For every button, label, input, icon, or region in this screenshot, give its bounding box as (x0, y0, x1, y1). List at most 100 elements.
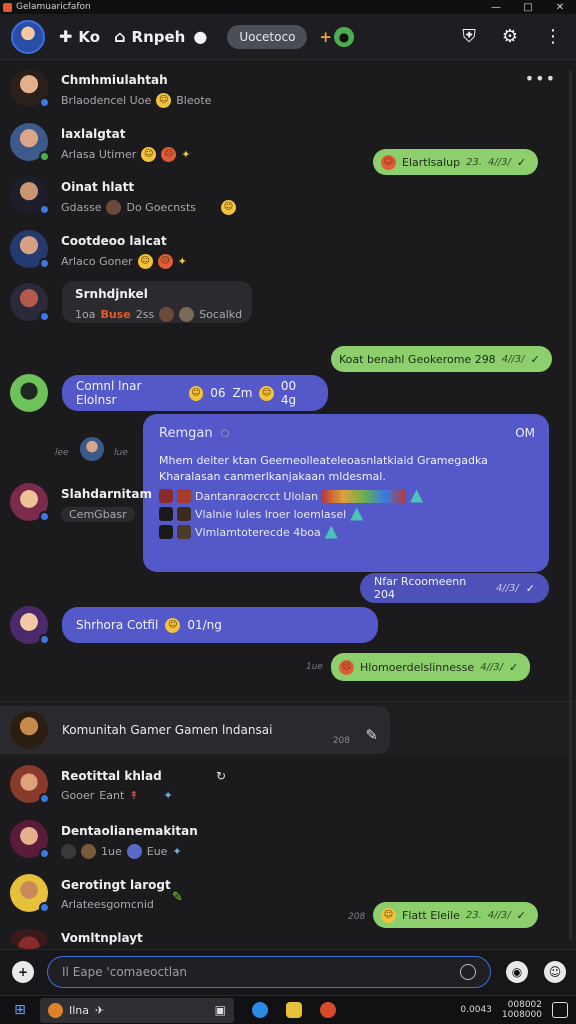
gem-icon: ✦ (172, 845, 182, 858)
contact-item[interactable]: Cootdeoo lalcat Arlaco Goner ☺ ☹ ✦ (10, 230, 187, 269)
camera-button[interactable]: ◉ (506, 961, 528, 983)
contact-status: Arlateesgomcnid (61, 898, 154, 911)
message-text: Flatt Eleile (402, 908, 460, 922)
taskbar-search-text: Ilna (69, 1003, 90, 1017)
contact-name: Reotittal khlad (61, 769, 162, 783)
card-row-text: Vlmlamtoterecde 4boa (195, 525, 321, 539)
emoji-picker-icon[interactable] (460, 964, 476, 980)
game-icon (159, 525, 173, 539)
group-chat-row: Komunitah Gamer Gamen lndansai 208 ✎ (0, 701, 576, 757)
attach-button[interactable]: + (12, 961, 34, 983)
edit-icon[interactable]: ✎ (365, 726, 378, 744)
read-check-icon: ✓ (516, 155, 527, 169)
message-suffix: 00 4g (280, 379, 297, 407)
notification-icon[interactable] (552, 1002, 568, 1018)
contact-status: Brlaodencel Uoe (61, 94, 152, 107)
contact-item[interactable]: Vomltnplayt (10, 929, 143, 949)
app-icon (3, 2, 12, 12)
chat-panel: ••• Chmhmiulahtah Brlaodencel Uoe ☺ Bleote… (0, 61, 576, 701)
read-check-icon: ✓ (530, 352, 540, 366)
message-bubble-sent[interactable]: ☹ Hlomoerdelslinnesse 4//3/ ✓ (331, 653, 531, 681)
group-chat-item[interactable]: Komunitah Gamer Gamen lndansai 208 ✎ (0, 706, 390, 754)
mini-avatar-icon (126, 844, 142, 859)
maximize-button[interactable]: □ (512, 2, 544, 13)
gem-icon (350, 507, 364, 521)
read-check-icon: ✓ (509, 660, 519, 674)
timestamp: 208 (348, 912, 366, 922)
contact-status-extra: Eant (99, 789, 125, 802)
message-input[interactable]: Il Eape 'comaeoctlan (47, 956, 491, 988)
contact-name: Dentaolianemakitan (61, 824, 198, 838)
voice-button[interactable]: ☺ (544, 961, 566, 983)
nav-item-rnpeh[interactable]: ⌂ Rnpeh ● (114, 27, 213, 46)
message-bubble-sent[interactable]: ☺ Elartlsalup 23. 4//3/ ✓ (373, 149, 539, 175)
contact-item[interactable]: laxlalgtat Arlasa Utimer ☺ ☹ ✦ (10, 123, 190, 162)
profile-card[interactable]: Remgan ○ OM Mhem deiter ktan Geemeolleate… (143, 414, 549, 572)
folder-icon[interactable] (286, 1002, 302, 1018)
browser-icon (48, 1002, 63, 1018)
contact-item[interactable]: Gerotingt larogt Arlateesgomcnid ✎ (10, 874, 183, 913)
taskbar-search[interactable]: Ilna ✈ ▣ (40, 997, 234, 1023)
verified-icon (39, 204, 50, 215)
card-body: Mhem deiter ktan Geemeolleateleoasnlatki… (159, 454, 488, 483)
read-check-icon: ✓ (516, 908, 526, 922)
contact-item[interactable]: Chmhmiulahtah Brlaodencel Uoe ☺ Bleote (10, 69, 211, 108)
verified-icon (39, 258, 50, 269)
scrollbar[interactable] (569, 70, 572, 940)
os-taskbar: ⊞ Ilna ✈ ▣ 0.0043 008002 1008000 (0, 995, 576, 1024)
contact-name: laxlalgtat (61, 127, 126, 141)
more-horizontal-icon[interactable]: ••• (525, 69, 556, 88)
windows-start-icon[interactable]: ⊞ (0, 1002, 40, 1018)
message-bubble-sent[interactable]: ☺ Flatt Eleile 23. 4//3/ ✓ (373, 902, 538, 928)
message-bubble-received[interactable]: Shrhora Cotfil ☺ 01/ng (62, 607, 378, 643)
avatar (10, 929, 48, 949)
contact-list: Reotittal khlad Gooer Eant ↟ ✦ ↻ Dentaolian… (0, 757, 576, 949)
contact-item[interactable]: Srnhdjnkel 1oa Buse 2ss Socalkd (10, 283, 242, 322)
status-pill[interactable]: Uocetoco (227, 24, 308, 49)
shield-icon[interactable]: ⛨ (462, 26, 476, 47)
verified-icon (39, 793, 50, 804)
message-text: Shrhora Cotfil (76, 618, 159, 632)
contact-name: Srnhdjnkel (75, 287, 148, 301)
verified-icon (39, 311, 50, 322)
smile-emoji-icon: ☺ (141, 147, 157, 162)
smile-emoji-icon: ☺ (259, 385, 274, 401)
avatar (80, 437, 104, 461)
contact-name: Chmhmiulahtah (61, 73, 168, 87)
minimize-button[interactable]: — (480, 2, 512, 13)
contact-item[interactable]: Slahdarnitam CemGbasr (10, 483, 152, 522)
nav-item-ko[interactable]: ✚ Ko (59, 27, 100, 46)
contact-item[interactable]: Reotittal khlad Gooer Eant ↟ ✦ ↻ (10, 765, 226, 804)
timestamp: lee (55, 448, 69, 458)
edge-icon[interactable] (252, 1002, 268, 1018)
sword-icon: ✦ (181, 148, 191, 161)
gear-icon[interactable]: ⚙ (502, 26, 518, 47)
contact-status-extra: 2ss (135, 308, 155, 321)
mini-avatar-icon (106, 200, 122, 215)
card-title: Remgan (159, 426, 213, 441)
emoji-icon: ☹ (339, 659, 354, 675)
message-text: Nfar Rcoomeenn 204 (374, 575, 467, 601)
refresh-icon: ↻ (216, 769, 227, 783)
contact-item[interactable]: Oinat hlatt Gdasse Do Goecnsts ☺ (10, 176, 236, 215)
message-text: Comnl lnar Elolnsr (76, 379, 142, 407)
contact-status-extra: Socalkd (199, 308, 243, 321)
online-indicator[interactable]: + ● (319, 26, 354, 47)
message-bubble-sent[interactable]: Koat benahl Geokerome 298 4//3/ ✓ (331, 346, 552, 372)
profile-avatar[interactable] (11, 19, 45, 54)
message-bubble-sent[interactable]: Nfar Rcoomeenn 204 4//3/ ✓ (360, 573, 549, 603)
mini-avatar-icon (61, 844, 76, 859)
contact-item[interactable] (10, 606, 50, 645)
verified-icon (39, 902, 50, 913)
verified-icon (39, 634, 50, 645)
message-bubble-received[interactable]: Comnl lnar Elolnsr ☺ 06 Zm ☺ 00 4g (62, 375, 328, 411)
timestamp: lue (114, 448, 128, 458)
chrome-icon[interactable] (320, 1002, 336, 1018)
card-row: Vlalnie lules lroer loemlasel (159, 507, 533, 521)
contact-item[interactable] (10, 374, 48, 412)
close-button[interactable]: ✕ (544, 2, 576, 13)
contact-item[interactable]: Dentaolianemakitan 1ue Eue ✦ (10, 820, 198, 859)
more-vertical-icon[interactable]: ⋮ (544, 26, 562, 47)
clock-date-line-1: 008002 (507, 1000, 542, 1010)
message-date: 4//3/ (488, 156, 511, 168)
